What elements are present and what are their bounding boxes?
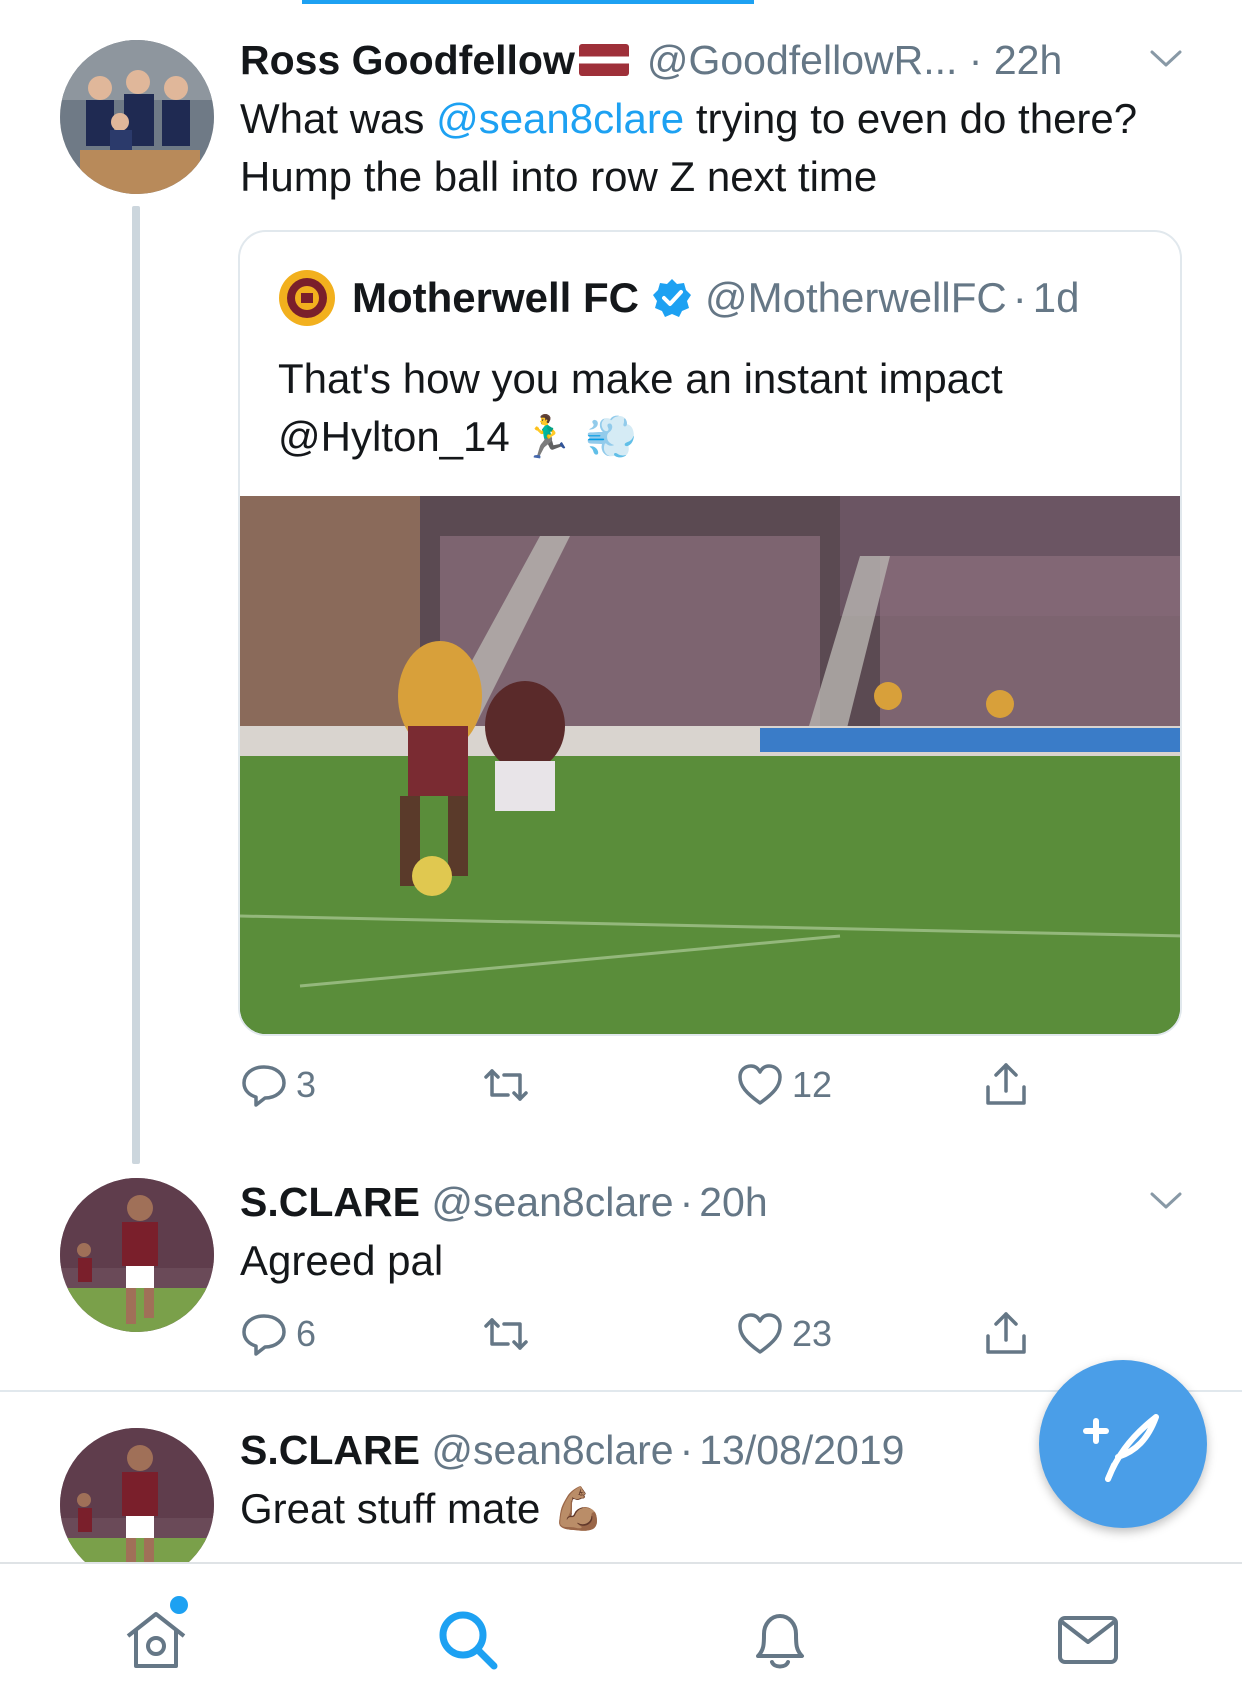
separator-dot: · bbox=[679, 1179, 694, 1225]
motherwell-fc-logo bbox=[279, 270, 335, 326]
tab-home[interactable] bbox=[120, 1604, 192, 1676]
quoted-tweet-card[interactable]: Motherwell FC @MotherwellFC · 1d That's … bbox=[238, 230, 1182, 1036]
reply-count: 6 bbox=[296, 1313, 317, 1354]
thread-connector-line bbox=[132, 206, 140, 1164]
compose-feather-icon bbox=[1083, 1414, 1159, 1482]
tab-search[interactable] bbox=[432, 1604, 504, 1676]
chevron-down-icon[interactable] bbox=[1148, 1188, 1184, 1212]
reply-button[interactable]: 3 bbox=[240, 1055, 316, 1115]
quoted-display-name[interactable]: Motherwell FC bbox=[352, 270, 639, 326]
quoted-tweet-text: That's how you make an instant impact @H… bbox=[278, 350, 1142, 466]
reply-icon bbox=[242, 1314, 286, 1356]
share-icon bbox=[986, 1063, 1026, 1105]
verified-badge-icon bbox=[653, 279, 692, 317]
avatar[interactable] bbox=[60, 40, 214, 194]
reply-icon bbox=[242, 1065, 286, 1107]
bottom-tab-bar bbox=[0, 1562, 1242, 1702]
quoted-user-handle[interactable]: @MotherwellFC bbox=[705, 270, 1007, 326]
user-handle[interactable]: @sean8clare bbox=[431, 1427, 673, 1473]
quoted-text-line: @Hylton_14 🏃‍♂️ 💨 bbox=[278, 413, 638, 460]
retweet-button[interactable] bbox=[482, 1304, 538, 1364]
tab-notifications[interactable] bbox=[744, 1604, 816, 1676]
heart-icon bbox=[738, 1064, 782, 1105]
display-name[interactable]: S.CLARE bbox=[240, 1427, 420, 1473]
share-button[interactable] bbox=[982, 1055, 1038, 1115]
bell-icon bbox=[756, 1614, 804, 1669]
tweet-sclare-reply[interactable]: S.CLARE @sean8clare · 20h Agreed pal 6 23 bbox=[0, 1170, 1242, 1390]
tweet-text: Agreed pal bbox=[240, 1237, 444, 1284]
timestamp: 20h bbox=[699, 1179, 768, 1225]
quoted-tweet-header: Motherwell FC @MotherwellFC · 1d bbox=[278, 270, 1079, 326]
compose-tweet-button[interactable] bbox=[1039, 1360, 1207, 1528]
tweet-text-part: What was bbox=[240, 95, 437, 142]
share-button[interactable] bbox=[982, 1304, 1038, 1364]
timestamp: 22h bbox=[993, 37, 1063, 83]
user-handle[interactable]: @GoodfellowR... bbox=[647, 37, 958, 83]
video-thumbnail[interactable] bbox=[240, 496, 1180, 1034]
latvia-flag-icon bbox=[578, 44, 629, 76]
like-count: 12 bbox=[792, 1064, 833, 1105]
avatar[interactable] bbox=[60, 1178, 214, 1332]
quoted-text-line: That's how you make an instant impact bbox=[278, 355, 1003, 402]
tweet-ross-goodfellow[interactable]: Ross Goodfellow @GoodfellowR... · 22h Wha… bbox=[0, 0, 1242, 1180]
new-content-dot bbox=[170, 1596, 188, 1614]
user-handle[interactable]: @sean8clare bbox=[431, 1179, 673, 1225]
retweet-icon bbox=[484, 1069, 528, 1101]
separator-dot: · bbox=[679, 1427, 694, 1473]
avatar[interactable] bbox=[60, 1428, 214, 1562]
tweet-actions: 3 12 bbox=[240, 1055, 1100, 1115]
heart-icon bbox=[738, 1313, 782, 1354]
like-button[interactable]: 23 bbox=[736, 1304, 832, 1364]
reply-button[interactable]: 6 bbox=[240, 1304, 316, 1364]
separator-dot: · bbox=[968, 37, 983, 83]
separator-dot: · bbox=[1012, 274, 1027, 321]
like-count: 23 bbox=[792, 1313, 833, 1354]
chevron-down-icon[interactable] bbox=[1148, 46, 1184, 70]
reply-count: 3 bbox=[296, 1064, 317, 1105]
timestamp: 13/08/2019 bbox=[699, 1427, 905, 1473]
search-icon bbox=[439, 1611, 498, 1670]
quoted-timestamp: 1d bbox=[1032, 274, 1080, 321]
mention-link[interactable]: @sean8clare bbox=[436, 95, 684, 142]
tweet-actions: 6 23 bbox=[240, 1304, 1100, 1364]
home-icon bbox=[126, 1612, 186, 1668]
mail-icon bbox=[1058, 1616, 1118, 1664]
like-button[interactable]: 12 bbox=[736, 1055, 832, 1115]
tweet-header: Ross Goodfellow @GoodfellowR... · 22h bbox=[240, 34, 1202, 86]
retweet-button[interactable] bbox=[482, 1055, 538, 1115]
display-name[interactable]: S.CLARE bbox=[240, 1179, 420, 1225]
share-icon bbox=[986, 1312, 1026, 1354]
tweet-text: What was @sean8clare trying to even do t… bbox=[240, 90, 1202, 206]
tab-messages[interactable] bbox=[1052, 1604, 1124, 1676]
retweet-icon bbox=[484, 1318, 528, 1350]
tweet-header: S.CLARE @sean8clare · 20h bbox=[240, 1176, 1202, 1228]
display-name[interactable]: Ross Goodfellow bbox=[240, 37, 575, 83]
